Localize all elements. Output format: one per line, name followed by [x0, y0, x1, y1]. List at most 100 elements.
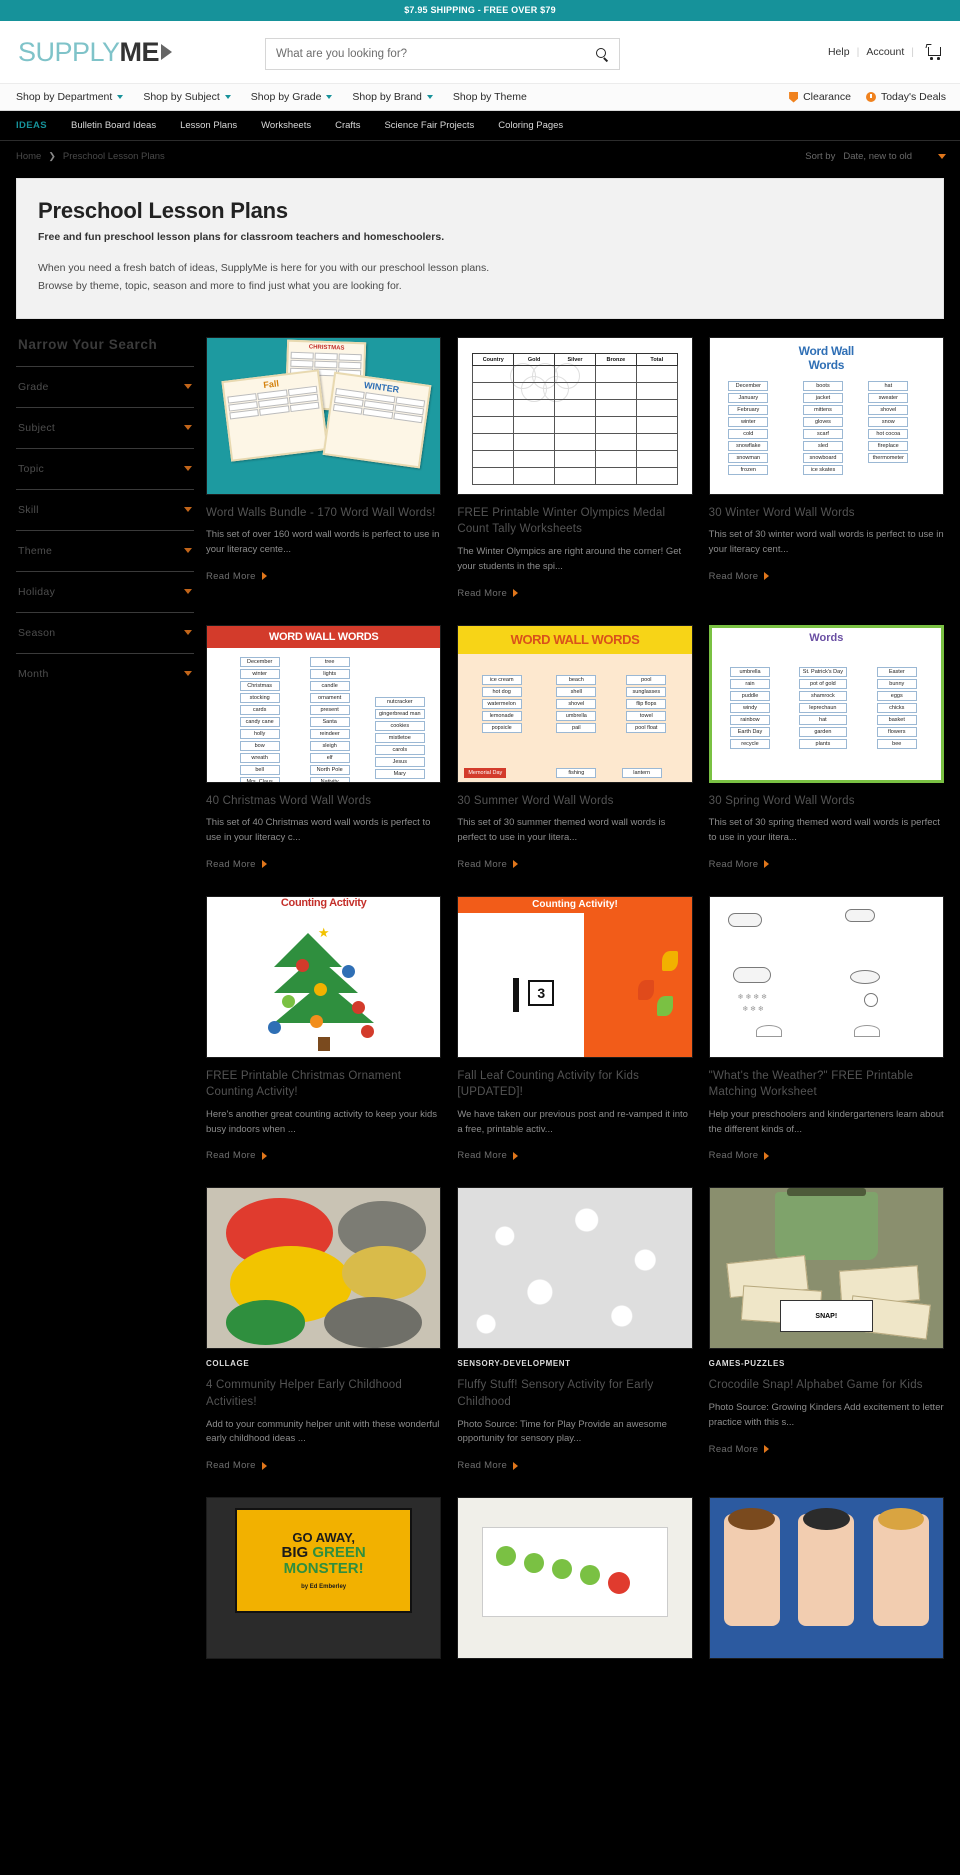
- article-thumbnail[interactable]: Country Gold Silver Bronze Total: [457, 336, 693, 495]
- filter-month[interactable]: Month: [16, 652, 194, 694]
- article-title[interactable]: 30 Summer Word Wall Words: [457, 793, 692, 810]
- article-title[interactable]: 4 Community Helper Early Childhood Activ…: [206, 1377, 441, 1410]
- page-hero: Preschool Lesson Plans Free and fun pres…: [16, 178, 944, 319]
- article-thumbnail[interactable]: SNAP!: [708, 1187, 944, 1350]
- read-more-label: Read More: [457, 1150, 508, 1162]
- ideas-item-bulletin-board-ideas[interactable]: Bulletin Board Ideas: [71, 120, 156, 131]
- article-title[interactable]: Word Walls Bundle - 170 Word Wall Words!: [206, 505, 441, 522]
- read-more-link[interactable]: Read More: [457, 1150, 519, 1162]
- article-title[interactable]: 40 Christmas Word Wall Words: [206, 793, 441, 810]
- read-more-link[interactable]: Read More: [457, 1460, 519, 1471]
- article-title[interactable]: Fluffy Stuff! Sensory Activity for Early…: [457, 1377, 692, 1410]
- chevron-down-icon: [184, 671, 192, 677]
- article-title[interactable]: 30 Winter Word Wall Words: [709, 505, 944, 522]
- ideas-item-worksheets[interactable]: Worksheets: [261, 120, 311, 131]
- sort-control[interactable]: Sort by Date, new to old: [805, 151, 946, 162]
- filter-skill[interactable]: Skill: [16, 488, 194, 530]
- article-card: Words umbrella rain puddle windy rainbow Ear…: [708, 624, 944, 872]
- nav-item-shop-by-department[interactable]: Shop by Department: [16, 91, 124, 103]
- filter-holiday[interactable]: Holiday: [16, 570, 194, 612]
- sidebar-title: Narrow Your Search: [18, 336, 158, 352]
- filter-theme[interactable]: Theme: [16, 529, 194, 571]
- article-thumbnail[interactable]: CHRISTMAS Fall WINTER: [206, 336, 442, 495]
- article-excerpt: Here's another great counting activity t…: [206, 1108, 437, 1135]
- site-logo[interactable]: SUPPLY ME: [16, 38, 173, 66]
- article-thumbnail[interactable]: WORD WALL WORDS ice cream hot dog watermel…: [457, 624, 693, 783]
- todays-deals-link[interactable]: Today's Deals: [865, 91, 946, 103]
- read-more-link[interactable]: Read More: [206, 1150, 267, 1161]
- article-thumbnail[interactable]: [206, 1187, 442, 1350]
- filter-sidebar: Narrow Your Search Grade Subject Topic S…: [16, 337, 206, 1669]
- chevron-down-icon: [184, 466, 192, 472]
- ideas-nav-title[interactable]: IDEAS: [16, 120, 47, 131]
- article-card: [457, 1497, 693, 1669]
- article-excerpt: This set of over 160 word wall words is …: [206, 529, 440, 556]
- filter-topic[interactable]: Topic: [16, 447, 194, 489]
- search-bar[interactable]: [265, 38, 620, 70]
- article-card: WORD WALL WORDS ice cream hot dog watermel…: [457, 624, 693, 872]
- nav-item-shop-by-subject[interactable]: Shop by Subject: [143, 91, 231, 103]
- article-excerpt: This set of 30 summer themed word wall w…: [457, 817, 666, 843]
- read-more-link[interactable]: Read More: [709, 1150, 770, 1161]
- chevron-right-icon: [764, 572, 770, 581]
- nav-item-shop-by-theme[interactable]: Shop by Theme: [453, 91, 527, 103]
- chevron-down-icon: [117, 95, 124, 99]
- article-thumbnail[interactable]: [457, 1187, 693, 1350]
- chevron-down-icon: [184, 384, 192, 390]
- nav-item-shop-by-brand[interactable]: Shop by Brand: [352, 91, 433, 103]
- ideas-navigation: IDEAS Bulletin Board Ideas Lesson Plans …: [0, 111, 960, 141]
- article-thumbnail[interactable]: [457, 1497, 693, 1660]
- read-more-link[interactable]: Read More: [709, 571, 770, 582]
- article-card: COLLAGE 4 Community Helper Early Childho…: [206, 1187, 442, 1473]
- article-category: SENSORY-DEVELOPMENT: [457, 1359, 571, 1369]
- article-card: Counting Activity ★ FREE Printable Chris…: [206, 895, 442, 1164]
- breadcrumb-home[interactable]: Home: [16, 151, 41, 162]
- filter-season[interactable]: Season: [16, 611, 194, 653]
- page-title: Preschool Lesson Plans: [38, 198, 288, 223]
- article-thumbnail[interactable]: Words umbrella rain puddle windy rainbow Ear…: [708, 624, 944, 783]
- article-thumbnail[interactable]: GO AWAY, BIG GREEN MONSTER! by Ed Emberl…: [206, 1497, 442, 1660]
- clearance-link[interactable]: Clearance: [789, 91, 851, 103]
- nav-item-shop-by-grade[interactable]: Shop by Grade: [251, 91, 333, 103]
- article-card: WORD WALL WORDS December winter Christmas s…: [206, 624, 442, 872]
- read-more-link[interactable]: Read More: [206, 571, 267, 582]
- article-card: SNAP! GAMES-PUZZLES Crocodile Snap! Alph…: [708, 1187, 944, 1473]
- article-thumbnail[interactable]: Counting Activity! 3: [457, 895, 693, 1058]
- filter-label: Skill: [18, 503, 39, 516]
- read-more-link[interactable]: Read More: [457, 587, 519, 599]
- read-more-link[interactable]: Read More: [206, 859, 267, 870]
- article-thumbnail[interactable]: Word Wall Words December January February wi…: [708, 336, 944, 495]
- article-thumbnail[interactable]: WORD WALL WORDS December winter Christmas s…: [206, 624, 442, 783]
- read-more-link[interactable]: Read More: [709, 859, 770, 870]
- article-title[interactable]: Fall Leaf Counting Activity for Kids [UP…: [457, 1068, 692, 1101]
- ideas-item-science-fair-projects[interactable]: Science Fair Projects: [384, 120, 474, 131]
- read-more-link[interactable]: Read More: [709, 1444, 770, 1455]
- breadcrumb-bar: Home ❯ Preschool Lesson Plans Sort by Da…: [0, 141, 960, 171]
- article-thumbnail[interactable]: Counting Activity ★: [206, 895, 442, 1058]
- article-thumbnail[interactable]: ❄ ❄ ❄ ❄ ❄ ❄ ❄: [708, 895, 944, 1058]
- help-link[interactable]: Help: [828, 46, 850, 58]
- read-more-link[interactable]: Read More: [457, 859, 519, 870]
- ideas-item-crafts[interactable]: Crafts: [335, 120, 360, 131]
- article-title[interactable]: Crocodile Snap! Alphabet Game for Kids: [709, 1377, 944, 1394]
- article-card: SENSORY-DEVELOPMENT Fluffy Stuff! Sensor…: [457, 1187, 693, 1473]
- article-title[interactable]: 30 Spring Word Wall Words: [709, 793, 944, 810]
- article-title[interactable]: FREE Printable Winter Olympics Medal Cou…: [457, 505, 692, 538]
- hero-paragraph-2: Browse by theme, topic, season and more …: [38, 280, 402, 293]
- article-title[interactable]: "What's the Weather?" FREE Printable Mat…: [709, 1068, 944, 1101]
- article-card: Counting Activity! 3 Fall Leaf Counting …: [457, 895, 693, 1164]
- article-title[interactable]: FREE Printable Christmas Ornament Counti…: [206, 1068, 441, 1101]
- account-link[interactable]: Account: [866, 46, 904, 58]
- cart-icon[interactable]: [925, 44, 946, 60]
- ideas-item-lesson-plans[interactable]: Lesson Plans: [180, 120, 237, 131]
- read-more-link[interactable]: Read More: [206, 1460, 267, 1471]
- search-input[interactable]: [266, 48, 585, 60]
- article-thumbnail[interactable]: [708, 1497, 944, 1660]
- ideas-item-coloring-pages[interactable]: Coloring Pages: [498, 120, 563, 131]
- article-excerpt: We have taken our previous post and re-v…: [457, 1108, 688, 1135]
- filter-subject[interactable]: Subject: [16, 406, 194, 448]
- filter-grade[interactable]: Grade: [16, 365, 194, 407]
- search-submit-button[interactable]: [585, 39, 619, 69]
- read-more-label: Read More: [457, 587, 508, 599]
- clock-icon: [865, 92, 876, 102]
